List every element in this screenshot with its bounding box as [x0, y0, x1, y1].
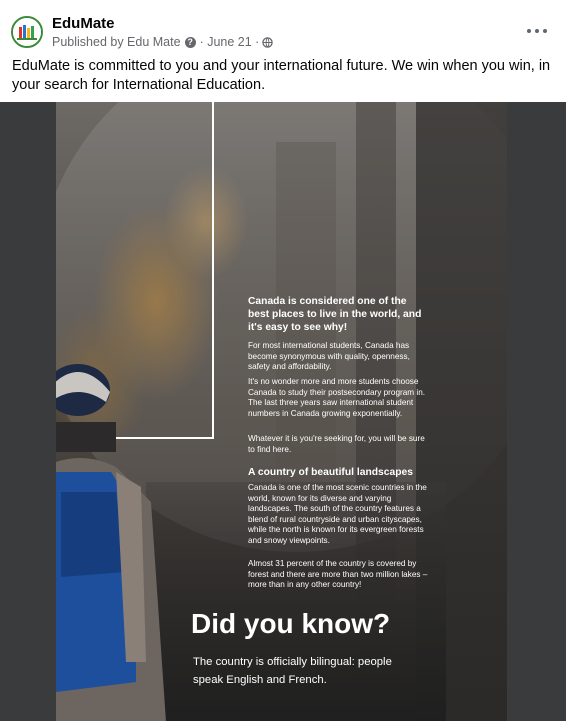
meta-separator: · — [199, 35, 208, 49]
did-you-know-heading: Did you know? — [191, 608, 391, 639]
post-date[interactable]: June 21 — [207, 35, 251, 49]
page-avatar[interactable] — [11, 16, 43, 48]
page-name[interactable]: EduMate — [52, 15, 115, 32]
post-header: EduMate Published by Edu Mate ? · June 2… — [0, 0, 566, 56]
edumate-logo-icon — [13, 18, 41, 46]
published-by[interactable]: Published by Edu Mate — [52, 35, 181, 49]
meta-separator: · — [251, 35, 260, 49]
globe-icon[interactable] — [262, 36, 274, 48]
more-options-icon[interactable] — [527, 24, 547, 38]
post-image[interactable]: Canada is considered one of the best pla… — [0, 102, 566, 721]
student-figure — [56, 364, 166, 721]
post-meta: Published by Edu Mate ? · June 21 · — [52, 35, 274, 49]
paragraph-students-choose: It's no wonder more and more students ch… — [248, 377, 426, 418]
post-card: EduMate Published by Edu Mate ? · June 2… — [0, 0, 566, 721]
paragraph-scenic: Canada is one of the most scenic countri… — [248, 483, 427, 545]
paragraph-forest-lakes: Almost 31 percent of the country is cove… — [248, 559, 428, 589]
bilingual-fact: The country is officially bilingual: peo… — [193, 656, 392, 686]
question-icon[interactable]: ? — [184, 36, 196, 48]
heading-best-places: Canada is considered one of the best pla… — [248, 296, 422, 333]
post-caption: EduMate is committed to you and your int… — [12, 58, 551, 93]
heading-landscapes: A country of beautiful landscapes — [248, 467, 413, 478]
paragraph-whatever: Whatever it is you're seeking for, you w… — [248, 434, 425, 454]
paragraph-international-students: For most international students, Canada … — [248, 341, 410, 371]
